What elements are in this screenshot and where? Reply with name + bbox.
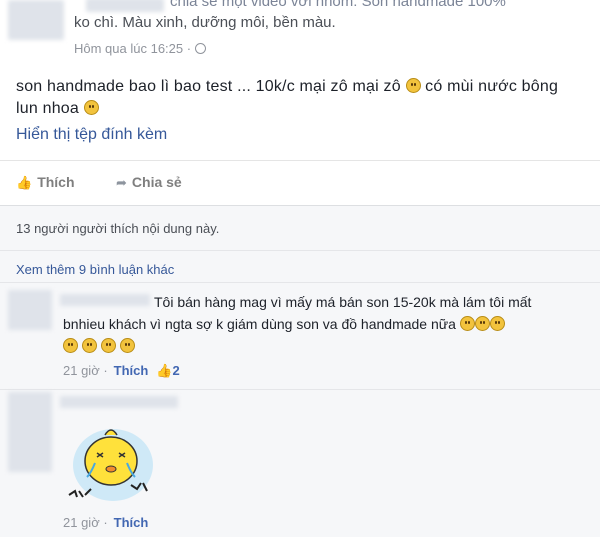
thumbs-up-icon: 👍	[156, 363, 173, 378]
comment-meta: 21 giờ · Thích 👍2	[63, 363, 180, 379]
divider	[0, 160, 600, 161]
commenter-name-blurred[interactable]	[60, 294, 150, 306]
commenter-avatar-blurred[interactable]	[8, 290, 52, 330]
crying-emoji-icon	[63, 338, 78, 353]
comment-meta: 21 giờ · Thích	[63, 515, 148, 530]
comment-like-count[interactable]: 2	[173, 363, 180, 378]
post-header: chia sẻ một video với nhóm: Son handmade…	[0, 0, 600, 64]
commenter-name-blurred[interactable]	[60, 396, 178, 408]
post-header-line2: ko chì. Màu xinh, dưỡng môi, bền màu.	[74, 14, 336, 31]
post-body-text-2: có mùi nước bông	[425, 78, 559, 95]
author-name-blurred[interactable]	[86, 0, 164, 12]
like-label: Thích	[37, 174, 75, 190]
comment-like-button[interactable]: Thích	[114, 515, 149, 530]
share-arrow-icon: ➦	[116, 175, 127, 190]
share-button[interactable]: ➦ Chia sẻ	[116, 174, 182, 191]
comment-like-button[interactable]: Thích	[114, 363, 149, 378]
crying-chick-sticker	[68, 429, 153, 501]
like-button[interactable]: 👍 Thích	[16, 174, 75, 191]
crying-emoji-icon	[100, 338, 116, 353]
show-attachment-link[interactable]: Hiển thị tệp đính kèm	[16, 126, 167, 144]
post-body: son handmade bao lì bao test ... 10k/c m…	[16, 76, 592, 120]
timestamp-text[interactable]: Hôm qua lúc 16:25 ·	[74, 41, 191, 56]
post-timestamp[interactable]: Hôm qua lúc 16:25 ·	[74, 41, 207, 56]
comment-time[interactable]: 21 giờ ·	[63, 515, 108, 530]
divider	[0, 282, 600, 283]
smiley-emoji-icon	[405, 78, 421, 93]
feedback-section: 13 người người thích nội dung này. Xem t…	[0, 205, 600, 537]
post-header-line1: chia sẻ một video với nhóm: Son handmade…	[170, 0, 506, 10]
comment-time[interactable]: 21 giờ ·	[63, 363, 108, 378]
crying-emoji-icon	[474, 316, 490, 331]
thumbs-up-icon: 👍	[16, 175, 33, 190]
crying-emoji-icon	[489, 316, 505, 331]
post-body-text: son handmade bao lì bao test ... 10k/c m…	[16, 78, 401, 95]
crying-emoji-icon	[459, 316, 475, 331]
comment-emoji-row	[63, 335, 135, 357]
post-body-text-3: lun nhoa	[16, 100, 79, 117]
crying-emoji-icon	[81, 338, 97, 353]
likes-summary[interactable]: 13 người người thích nội dung này.	[16, 221, 219, 236]
globe-icon	[195, 43, 207, 54]
crying-emoji-icon	[119, 338, 135, 353]
comment-text-line2: bnhieu khách vì ngta sợ k giám dùng son …	[63, 313, 505, 335]
author-avatar-blurred[interactable]	[8, 0, 64, 40]
comment-text-line2-text: bnhieu khách vì ngta sợ k giám dùng son …	[63, 316, 456, 332]
view-more-comments-link[interactable]: Xem thêm 9 bình luận khác	[16, 262, 174, 277]
smiley-emoji-icon	[83, 100, 99, 115]
comment-text-line1: Tôi bán hàng mag vì mấy má bán son 15-20…	[154, 294, 532, 310]
divider	[0, 389, 600, 390]
commenter-avatar-blurred[interactable]	[8, 392, 52, 472]
divider	[0, 250, 600, 251]
share-label: Chia sẻ	[131, 174, 182, 190]
